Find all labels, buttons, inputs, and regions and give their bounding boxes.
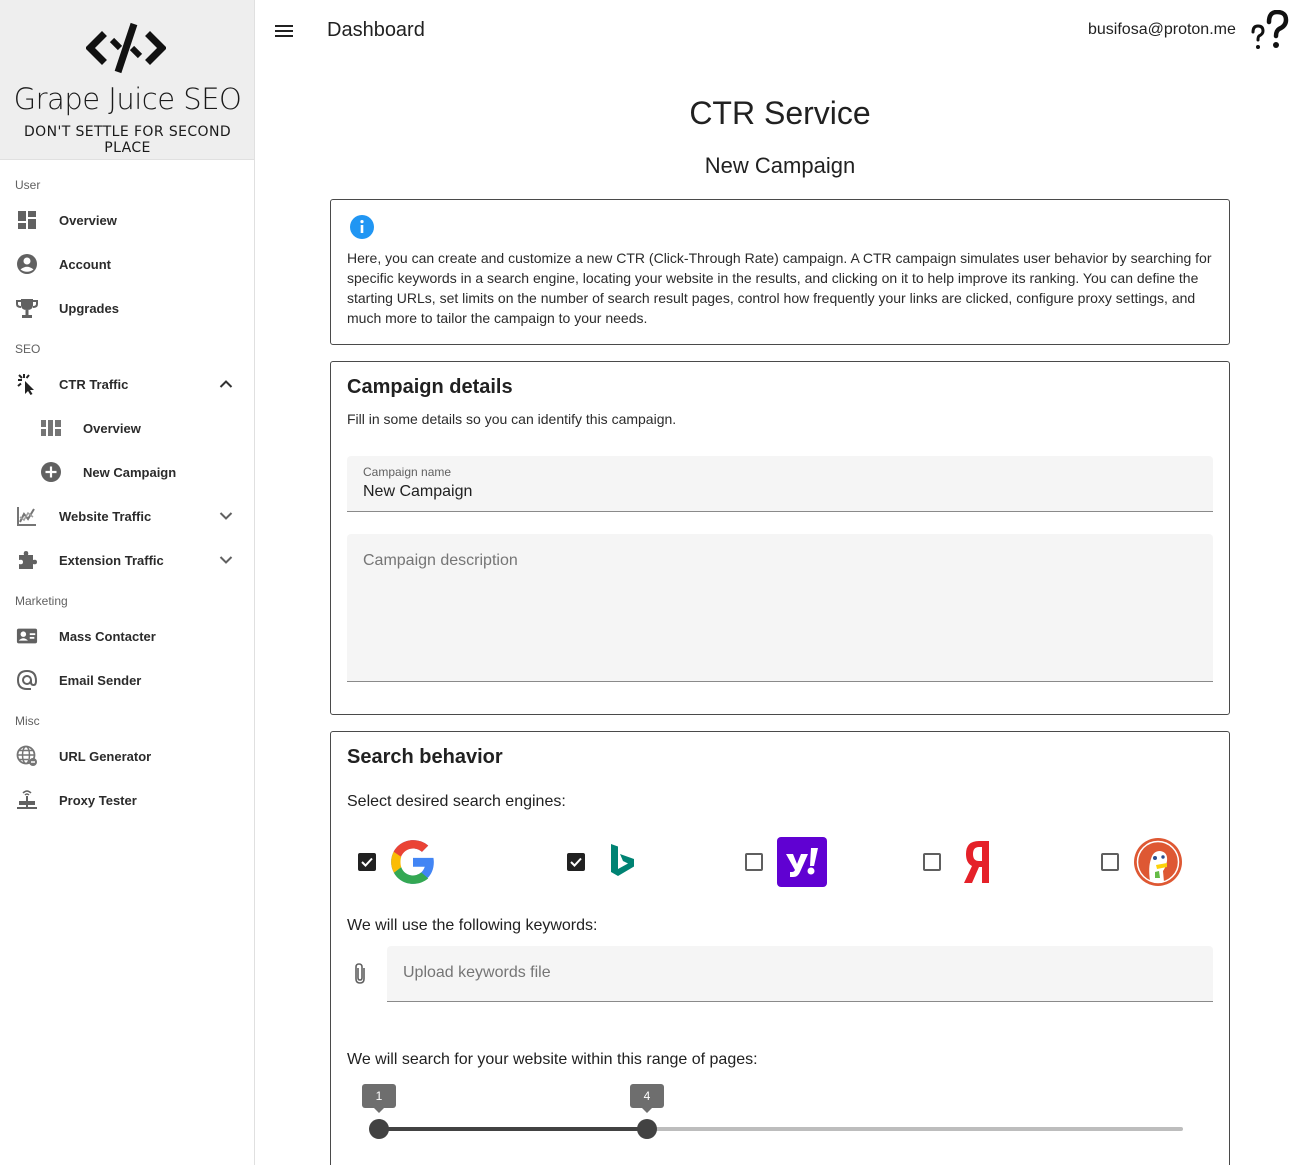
menu-icon[interactable] [273, 20, 295, 42]
yandex-checkbox[interactable] [923, 853, 941, 871]
trending-chart-icon [16, 505, 38, 527]
sidebar-item-ctr-traffic[interactable]: CTR Traffic [0, 362, 254, 406]
sidebar-item-account[interactable]: Account [0, 242, 254, 286]
puzzle-icon [16, 549, 38, 571]
sidebar-item-label: Upgrades [59, 300, 119, 316]
chevron-down-icon[interactable] [216, 506, 236, 526]
code-brackets-icon [86, 22, 166, 74]
section-label-user: User [15, 178, 41, 192]
globe-link-icon [16, 745, 38, 767]
sidebar-item-label: Mass Contacter [59, 628, 156, 644]
sidebar-item-ctr-overview[interactable]: Overview [0, 406, 254, 450]
campaign-name-label: Campaign name [363, 465, 452, 479]
sidebar-item-label: Extension Traffic [59, 552, 164, 568]
sidebar-item-label: Proxy Tester [59, 792, 137, 808]
duckduckgo-logo-icon [1134, 838, 1182, 886]
sidebar-item-label: URL Generator [59, 748, 152, 764]
page-title: CTR Service [689, 95, 871, 131]
section-label-seo: SEO [15, 342, 41, 356]
brand-tagline: DON'T SETTLE FOR SECOND PLACE [23, 124, 232, 156]
dashboard-icon [16, 209, 38, 231]
campaign-name-input[interactable] [363, 483, 1193, 501]
sidebar-item-extension-traffic[interactable]: Extension Traffic [0, 538, 254, 582]
top-app-bar: Dashboard busifosa@proton.me [255, 0, 1302, 62]
trophy-icon [16, 297, 38, 319]
google-checkbox[interactable] [358, 853, 376, 871]
chevron-down-icon[interactable] [216, 550, 236, 570]
keywords-upload-field[interactable]: Upload keywords file [387, 946, 1213, 1002]
sidebar-item-label: Overview [83, 420, 141, 436]
bing-logo-icon [611, 844, 634, 876]
range-prompt: We will search for your website within t… [347, 1051, 758, 1068]
yahoo-logo-icon [777, 837, 827, 887]
help-question-icon[interactable] [1249, 10, 1289, 52]
slider-high-thumb[interactable] [637, 1119, 657, 1139]
brand-logo[interactable]: Grape Juice SEO DON'T SETTLE FOR SECOND … [0, 0, 254, 160]
contact-card-icon [16, 625, 38, 647]
sidebar-item-label: Overview [59, 212, 117, 228]
slider-low-thumb[interactable] [369, 1119, 389, 1139]
at-sign-icon [16, 669, 38, 691]
duckduckgo-checkbox[interactable] [1101, 853, 1119, 871]
section-label-misc: Misc [15, 714, 40, 728]
sidebar-item-url-generator[interactable]: URL Generator [0, 734, 254, 778]
section-label-marketing: Marketing [15, 594, 68, 608]
add-circle-icon [40, 461, 62, 483]
engine-google [358, 836, 438, 888]
brand-name: Grape Juice SEO [13, 82, 242, 116]
yahoo-checkbox[interactable] [745, 853, 763, 871]
page-range-slider[interactable]: 1 4 [362, 1082, 1183, 1139]
sidebar-item-upgrades[interactable]: Upgrades [0, 286, 254, 330]
campaign-description-placeholder: Campaign description [363, 552, 518, 569]
chevron-up-icon[interactable] [216, 374, 236, 394]
sidebar: Grape Juice SEO DON'T SETTLE FOR SECOND … [0, 0, 255, 1165]
sidebar-item-label: New Campaign [83, 464, 177, 480]
paperclip-icon[interactable] [351, 962, 369, 986]
info-icon [350, 215, 374, 239]
campaign-details-description: Fill in some details so you can identify… [347, 411, 677, 427]
click-cursor-icon [16, 373, 38, 395]
sidebar-item-label: CTR Traffic [59, 376, 129, 392]
sidebar-item-proxy-tester[interactable]: Proxy Tester [0, 778, 254, 822]
search-behavior-title: Search behavior [347, 746, 503, 768]
campaign-details-card: Campaign details Fill in some details so… [330, 361, 1230, 715]
info-text: Here, you can create and customize a new… [347, 250, 1212, 326]
sidebar-item-label: Email Sender [59, 672, 142, 688]
engine-duckduckgo [1101, 836, 1183, 888]
grid-view-icon [40, 417, 62, 439]
campaign-name-field[interactable]: Campaign name [347, 456, 1213, 512]
keywords-upload-placeholder: Upload keywords file [403, 964, 551, 981]
sidebar-item-new-campaign[interactable]: New Campaign [0, 450, 254, 494]
engines-prompt: Select desired search engines: [347, 793, 566, 810]
user-email[interactable]: busifosa@proton.me [1088, 21, 1236, 39]
search-behavior-card: Search behavior Select desired search en… [330, 731, 1230, 1165]
slider-high-value-label: 4 [630, 1084, 664, 1113]
engine-yahoo [745, 836, 827, 888]
keywords-prompt: We will use the following keywords: [347, 917, 598, 934]
app-bar-title: Dashboard [327, 19, 425, 41]
slider-track-fill [379, 1127, 647, 1131]
sidebar-item-label: Account [59, 256, 111, 272]
sidebar-item-website-traffic[interactable]: Website Traffic [0, 494, 254, 538]
campaign-details-title: Campaign details [347, 376, 513, 398]
sidebar-item-overview[interactable]: Overview [0, 198, 254, 242]
google-logo-icon [391, 840, 434, 884]
network-icon [16, 789, 38, 811]
sidebar-item-label: Website Traffic [59, 508, 152, 524]
account-circle-icon [16, 253, 38, 275]
sidebar-item-mass-contacter[interactable]: Mass Contacter [0, 614, 254, 658]
engine-yandex [923, 836, 999, 888]
sidebar-item-email-sender[interactable]: Email Sender [0, 658, 254, 702]
bing-checkbox[interactable] [567, 853, 585, 871]
campaign-description-field[interactable]: Campaign description [347, 534, 1213, 682]
page-subtitle: New Campaign [704, 153, 856, 178]
slider-low-value-label: 1 [362, 1084, 396, 1113]
engine-bing [567, 836, 643, 888]
yandex-logo-icon [964, 841, 989, 883]
info-card: Here, you can create and customize a new… [330, 199, 1230, 345]
